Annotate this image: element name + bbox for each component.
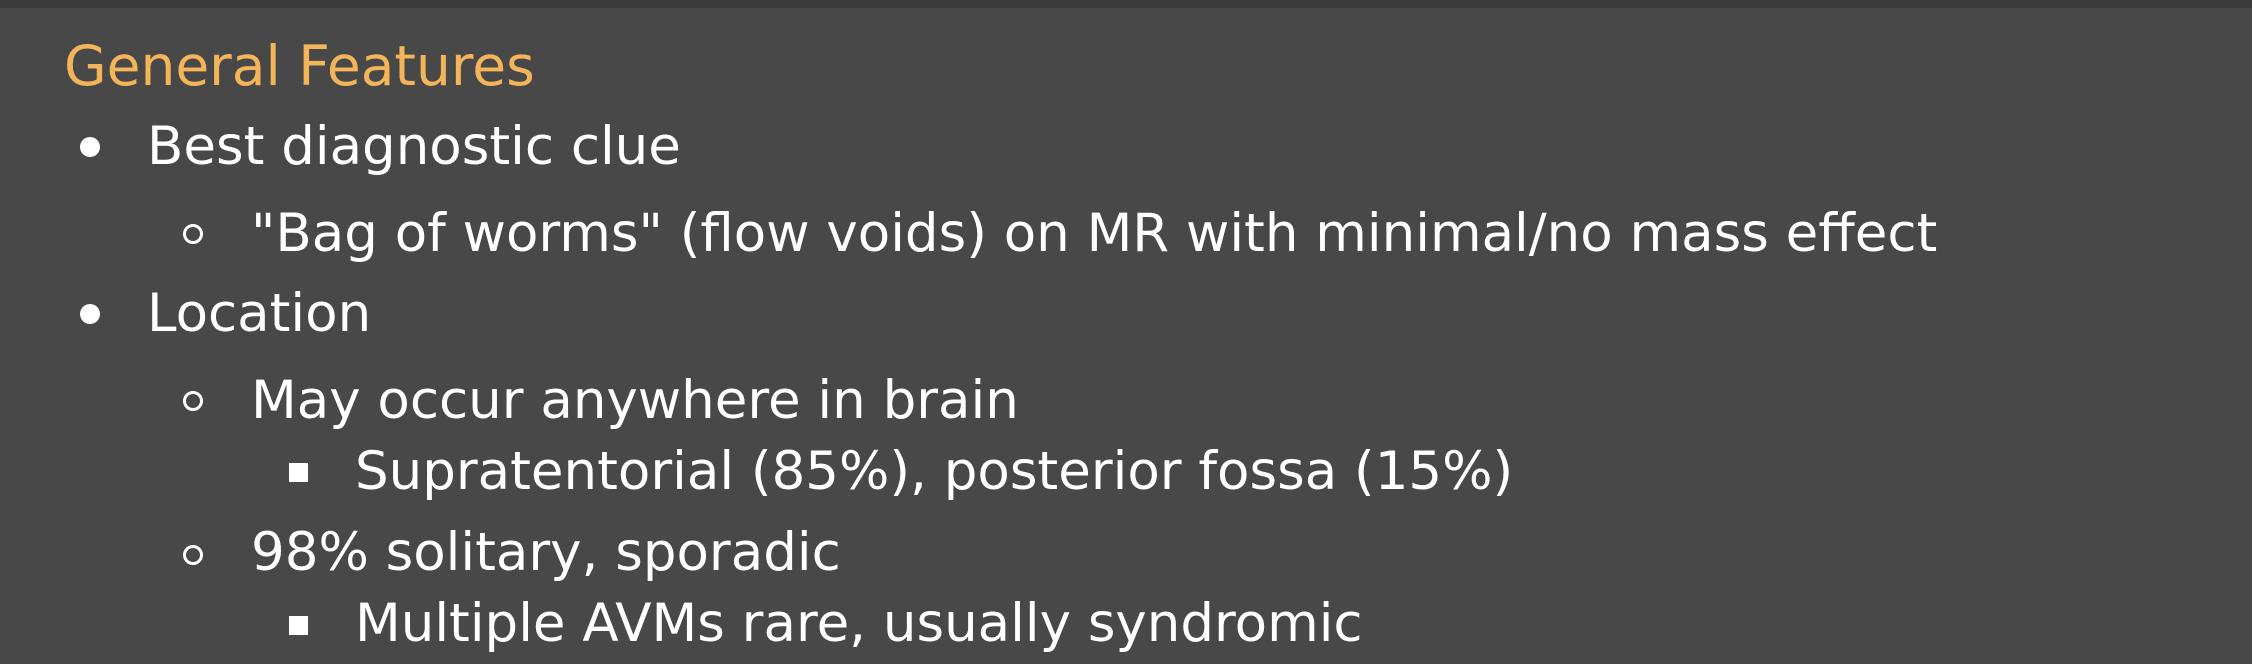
bullet-hollow-icon (183, 545, 203, 565)
list-item-level2: 98% solitary, sporadic (251, 522, 841, 583)
list-item-level2: "Bag of worms" (flow voids) on MR with m… (251, 203, 1938, 264)
list-item-level3: Supratentorial (85%), posterior fossa (1… (355, 441, 1514, 502)
top-border (0, 0, 2252, 8)
bullet-filled-icon (80, 304, 100, 324)
list-item-level1: Best diagnostic clue (147, 116, 681, 177)
bullet-square-icon (289, 616, 308, 635)
bullet-filled-icon (80, 137, 100, 157)
bullet-hollow-icon (183, 224, 203, 244)
list-item-level3: Multiple AVMs rare, usually syndromic (355, 593, 1363, 654)
bullet-hollow-icon (183, 391, 203, 411)
section-heading: General Features (64, 34, 535, 98)
list-item-level1: Location (147, 283, 372, 344)
bullet-square-icon (289, 463, 308, 482)
list-item-level2: May occur anywhere in brain (251, 370, 1019, 431)
